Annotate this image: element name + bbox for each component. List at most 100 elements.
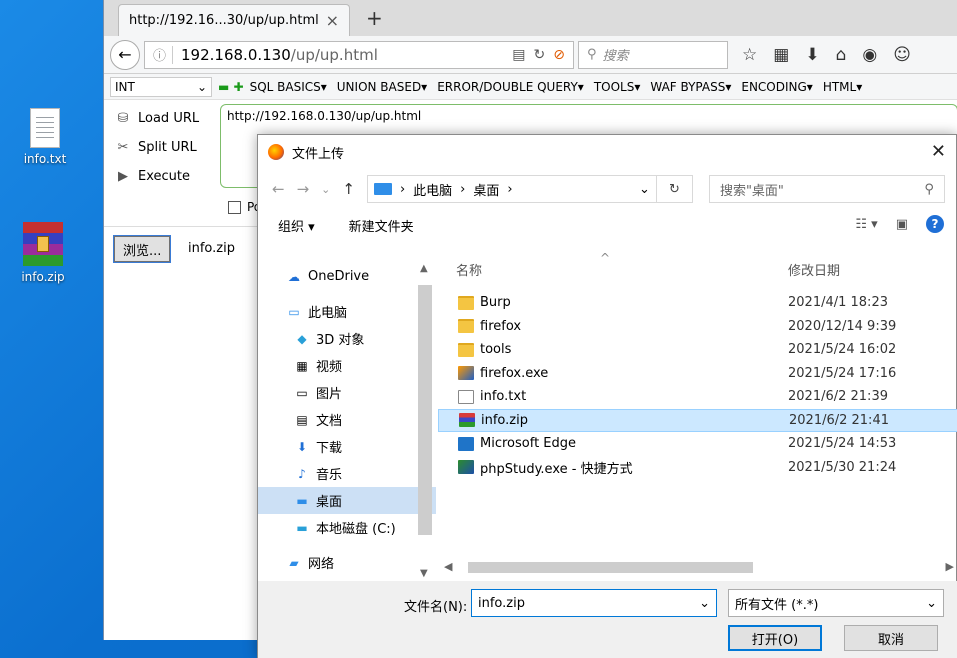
browser-tab[interactable]: http://192.16...30/up/up.html × — [118, 4, 350, 36]
search-input[interactable]: ⚲ 搜索 — [578, 40, 728, 69]
tab-close-icon[interactable]: × — [326, 11, 339, 30]
back-arrow-icon[interactable]: ← — [110, 39, 140, 70]
dialog-search-input[interactable]: 搜索"桌面" ⚲ — [708, 175, 945, 203]
hackbar-menu-error-query[interactable]: ERROR/DOUBLE QUERY▾ — [437, 80, 584, 94]
file-list-hscrollbar[interactable]: ◀ ▶ — [438, 559, 957, 576]
close-icon[interactable]: ✕ — [931, 141, 946, 162]
nav-item-documents[interactable]: ▤ 文档 — [258, 406, 436, 433]
nav-item-3d-objects[interactable]: ◆ 3D 对象 — [258, 325, 436, 352]
navigation-pane: ☁ OneDrive ▭ 此电脑 ◆ 3D 对象 ▦ 视频 ▭ 图片 ▤ 文档 … — [258, 255, 436, 573]
hackbar-menu-waf-bypass[interactable]: WAF BYPASS▾ — [650, 80, 731, 94]
edge-shortcut-icon — [458, 436, 474, 451]
new-tab-button[interactable]: + — [366, 6, 383, 30]
cancel-button[interactable]: 取消 — [844, 625, 938, 651]
block-icon[interactable]: ⊘ — [553, 47, 565, 63]
hackbar-actions: ⛁ Load URL ✂ Split URL ▶ Execute — [108, 104, 218, 191]
extension-icon[interactable]: ◉ — [862, 45, 877, 65]
hackbar-type-select[interactable]: INT ⌄ — [110, 76, 212, 97]
nav-item-local-disk[interactable]: ▬ 本地磁盘 (C:) — [258, 514, 436, 541]
home-icon[interactable]: ⌂ — [836, 45, 847, 65]
nav-item-music[interactable]: ♪ 音乐 — [258, 460, 436, 487]
filename-input[interactable]: info.zip ⌄ — [471, 589, 717, 617]
reading-list-icon[interactable]: ▦ — [773, 45, 789, 65]
file-row[interactable]: Burp 2021/4/1 18:23 — [438, 291, 957, 315]
file-row[interactable]: phpStudy.exe - 快捷方式 2021/5/30 21:24 — [438, 456, 957, 480]
nav-item-this-pc[interactable]: ▭ 此电脑 — [258, 298, 436, 325]
desktop-folder-icon — [373, 183, 392, 195]
view-mode-icon[interactable]: ☷ ▾ — [855, 217, 877, 232]
download-icon[interactable]: ⬇ — [805, 45, 819, 65]
execute-button[interactable]: ▶ Execute — [108, 162, 218, 191]
scroll-down-icon[interactable]: ▼ — [420, 568, 428, 579]
nav-item-label: 下载 — [316, 441, 343, 456]
nav-item-downloads[interactable]: ⬇ 下载 — [258, 433, 436, 460]
folder-icon — [458, 319, 474, 334]
back-arrow-icon[interactable]: ← — [272, 180, 285, 198]
desktop-icon-label: info.txt — [23, 152, 67, 166]
nav-item-desktop[interactable]: ▬ 桌面 — [258, 487, 436, 514]
reader-view-icon[interactable]: ▤ — [512, 47, 525, 63]
chevron-down-icon[interactable]: ⌄ — [639, 182, 650, 197]
nav-item-videos[interactable]: ▦ 视频 — [258, 352, 436, 379]
column-name[interactable]: 名称 — [456, 260, 482, 279]
forward-arrow-icon[interactable]: → — [297, 180, 310, 198]
file-date: 2021/5/24 17:16 — [788, 365, 897, 381]
info-icon[interactable]: ⓘ — [153, 45, 166, 64]
scroll-right-icon[interactable]: ▶ — [946, 560, 954, 573]
help-icon[interactable]: ? — [926, 215, 944, 233]
recent-locations-icon[interactable]: ⌄ — [321, 183, 330, 196]
nav-item-network[interactable]: ▰ 网络 — [258, 549, 436, 576]
refresh-icon[interactable]: ↻ — [656, 175, 693, 203]
palette-icon[interactable]: ☺ — [893, 45, 911, 65]
desktop-icon-info-txt[interactable]: info.txt — [10, 108, 80, 166]
nav-item-pictures[interactable]: ▭ 图片 — [258, 379, 436, 406]
scrollbar-thumb[interactable] — [468, 562, 753, 573]
tab-bar: http://192.16...30/up/up.html × + — [104, 0, 957, 36]
tab-title: http://192.16...30/up/up.html — [129, 13, 319, 28]
hackbar-menu-tools[interactable]: TOOLS▾ — [594, 80, 641, 94]
nav-scrollbar[interactable]: ▲ ▼ — [416, 263, 434, 579]
hackbar-menu-union-based[interactable]: UNION BASED▾ — [337, 80, 427, 94]
hackbar-menu-encoding[interactable]: ENCODING▾ — [741, 80, 812, 94]
open-button[interactable]: 打开(O) — [728, 625, 822, 651]
scroll-left-icon[interactable]: ◀ — [444, 560, 452, 573]
filetype-select[interactable]: 所有文件 (*.*) ⌄ — [728, 589, 944, 617]
hackbar-menu-sql-basics[interactable]: SQL BASICS▾ — [250, 80, 327, 94]
load-url-button[interactable]: ⛁ Load URL — [108, 104, 218, 133]
file-date: 2020/12/14 9:39 — [788, 318, 897, 334]
url-bar[interactable]: ⓘ 192.168.0.130 /up/up.html ▤ ↻ ⊘ — [144, 40, 574, 69]
file-row[interactable]: Microsoft Edge 2021/5/24 14:53 — [438, 432, 957, 456]
checkbox-box[interactable] — [228, 200, 241, 214]
breadcrumb-desktop[interactable]: 桌面 — [473, 180, 499, 199]
hackbar-menu-html[interactable]: HTML▾ — [823, 80, 862, 94]
file-row-selected[interactable]: info.zip 2021/6/2 21:41 — [438, 408, 957, 432]
breadcrumb[interactable]: › 此电脑 › 桌面 › ⌄ — [366, 175, 657, 203]
new-folder-button[interactable]: 新建文件夹 — [349, 216, 414, 235]
sort-caret-icon: ^ — [600, 251, 611, 265]
file-row[interactable]: info.txt 2021/6/2 21:39 — [438, 385, 957, 409]
up-arrow-icon[interactable]: ↑ — [342, 180, 355, 198]
phpstudy-shortcut-icon — [458, 460, 474, 475]
organize-button[interactable]: 组织 ▾ — [278, 216, 315, 235]
column-date[interactable]: 修改日期 — [788, 260, 840, 279]
preview-pane-icon[interactable]: ▣ — [896, 217, 908, 232]
scrollbar-thumb[interactable] — [418, 285, 432, 535]
split-url-button[interactable]: ✂ Split URL — [108, 133, 218, 162]
search-placeholder: 搜索 — [602, 49, 629, 64]
file-row[interactable]: tools 2021/5/24 16:02 — [438, 338, 957, 362]
desktop-icon-info-zip[interactable]: info.zip — [8, 222, 78, 284]
file-date: 2021/5/24 14:53 — [788, 436, 897, 452]
music-note-icon: ♪ — [298, 466, 306, 481]
chevron-down-icon[interactable]: ⌄ — [699, 596, 710, 611]
bookmark-star-icon[interactable]: ☆ — [742, 45, 757, 65]
file-list: ^ 名称 修改日期 Burp 2021/4/1 18:23 firefox 20… — [438, 251, 957, 565]
nav-item-label: OneDrive — [308, 269, 370, 284]
scroll-up-icon[interactable]: ▲ — [420, 263, 428, 274]
nav-item-onedrive[interactable]: ☁ OneDrive — [258, 263, 436, 290]
file-row[interactable]: firefox.exe 2021/5/24 17:16 — [438, 362, 957, 386]
file-row[interactable]: firefox 2020/12/14 9:39 — [438, 315, 957, 339]
browse-button[interactable]: 浏览... — [114, 236, 171, 262]
plus-minus-icon[interactable]: ▬ ✚ — [218, 80, 244, 94]
breadcrumb-this-pc[interactable]: 此电脑 — [413, 180, 452, 199]
reload-icon[interactable]: ↻ — [534, 47, 546, 63]
